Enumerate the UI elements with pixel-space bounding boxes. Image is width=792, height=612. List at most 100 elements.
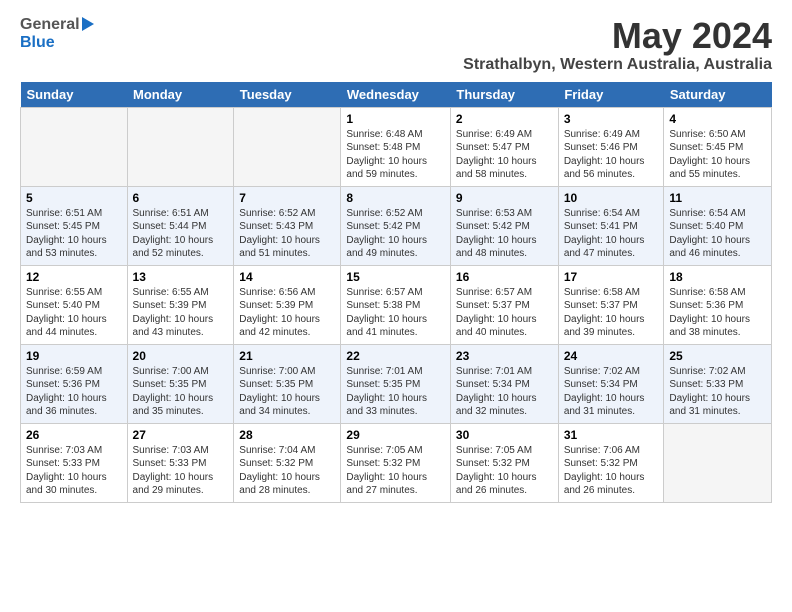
cell-info: Sunrise: 6:58 AM Sunset: 5:36 PM Dayligh… <box>669 286 766 340</box>
calendar-cell: 21Sunrise: 7:00 AM Sunset: 5:35 PM Dayli… <box>234 344 341 423</box>
calendar-cell: 1Sunrise: 6:48 AM Sunset: 5:48 PM Daylig… <box>341 107 451 186</box>
day-number: 8 <box>346 191 445 205</box>
day-number: 17 <box>564 270 659 284</box>
day-number: 4 <box>669 112 766 126</box>
cell-info: Sunrise: 6:52 AM Sunset: 5:42 PM Dayligh… <box>346 207 445 261</box>
cell-info: Sunrise: 6:51 AM Sunset: 5:45 PM Dayligh… <box>26 207 122 261</box>
day-number: 30 <box>456 428 553 442</box>
day-number: 24 <box>564 349 659 363</box>
calendar-cell: 30 Sunrise: 7:05 AM Sunset: 5:32 PM Dayli… <box>450 423 558 502</box>
day-number: 21 <box>239 349 335 363</box>
cell-info: Sunrise: 6:57 AM Sunset: 5:37 PM Dayligh… <box>456 286 553 340</box>
calendar-cell: 22 Sunrise: 7:01 AM Sunset: 5:35 PM Dayli… <box>341 344 451 423</box>
cell-info: Sunrise: 7:04 AM Sunset: 5:32 PM Dayligh… <box>239 444 335 498</box>
logo: General Blue <box>20 16 94 52</box>
calendar-cell: 11 Sunrise: 6:54 AM Sunset: 5:40 PM Dayli… <box>664 186 772 265</box>
calendar-cell: 17 Sunrise: 6:58 AM Sunset: 5:37 PM Dayli… <box>558 265 664 344</box>
cell-info: Sunrise: 6:55 AM Sunset: 5:39 PM Dayligh… <box>133 286 229 340</box>
calendar-cell <box>21 107 128 186</box>
day-number: 26 <box>26 428 122 442</box>
day-number: 27 <box>133 428 229 442</box>
calendar-cell: 9Sunrise: 6:53 AM Sunset: 5:42 PM Daylig… <box>450 186 558 265</box>
day-number: 11 <box>669 191 766 205</box>
day-number: 22 <box>346 349 445 363</box>
cell-info: Sunrise: 7:05 AM Sunset: 5:32 PM Dayligh… <box>346 444 445 498</box>
day-number: 18 <box>669 270 766 284</box>
header: General Blue May 2024 Strathalbyn, Weste… <box>20 16 772 74</box>
cell-info: Sunrise: 7:00 AM Sunset: 5:35 PM Dayligh… <box>133 365 229 419</box>
day-number: 28 <box>239 428 335 442</box>
cell-info: Sunrise: 6:52 AM Sunset: 5:43 PM Dayligh… <box>239 207 335 261</box>
calendar-cell: 10 Sunrise: 6:54 AM Sunset: 5:41 PM Dayli… <box>558 186 664 265</box>
day-number: 25 <box>669 349 766 363</box>
header-row: SundayMondayTuesdayWednesdayThursdayFrid… <box>21 82 772 108</box>
day-number: 15 <box>346 270 445 284</box>
cell-info: Sunrise: 7:03 AM Sunset: 5:33 PM Dayligh… <box>26 444 122 498</box>
day-number: 31 <box>564 428 659 442</box>
day-number: 23 <box>456 349 553 363</box>
calendar-cell: 2Sunrise: 6:49 AM Sunset: 5:47 PM Daylig… <box>450 107 558 186</box>
cell-info: Sunrise: 7:02 AM Sunset: 5:33 PM Dayligh… <box>669 365 766 419</box>
calendar-week-row: 5 Sunrise: 6:51 AM Sunset: 5:45 PM Daylig… <box>21 186 772 265</box>
calendar-cell: 31 Sunrise: 7:06 AM Sunset: 5:32 PM Dayli… <box>558 423 664 502</box>
title-block: May 2024 Strathalbyn, Western Australia,… <box>463 16 772 74</box>
calendar-cell: 12Sunrise: 6:55 AM Sunset: 5:40 PM Dayli… <box>21 265 128 344</box>
calendar-cell: 24 Sunrise: 7:02 AM Sunset: 5:34 PM Dayli… <box>558 344 664 423</box>
cell-info: Sunrise: 6:51 AM Sunset: 5:44 PM Dayligh… <box>133 207 229 261</box>
col-header-monday: Monday <box>127 82 234 108</box>
calendar-cell: 25 Sunrise: 7:02 AM Sunset: 5:33 PM Dayli… <box>664 344 772 423</box>
logo-blue-text: Blue <box>20 34 55 51</box>
calendar-cell: 5 Sunrise: 6:51 AM Sunset: 5:45 PM Daylig… <box>21 186 128 265</box>
day-number: 5 <box>26 191 122 205</box>
cell-info: Sunrise: 7:05 AM Sunset: 5:32 PM Dayligh… <box>456 444 553 498</box>
calendar-cell: 6 Sunrise: 6:51 AM Sunset: 5:44 PM Daylig… <box>127 186 234 265</box>
col-header-wednesday: Wednesday <box>341 82 451 108</box>
day-number: 6 <box>133 191 229 205</box>
col-header-sunday: Sunday <box>21 82 128 108</box>
cell-info: Sunrise: 6:58 AM Sunset: 5:37 PM Dayligh… <box>564 286 659 340</box>
day-number: 16 <box>456 270 553 284</box>
col-header-friday: Friday <box>558 82 664 108</box>
day-number: 1 <box>346 112 445 126</box>
cell-info: Sunrise: 7:01 AM Sunset: 5:35 PM Dayligh… <box>346 365 445 419</box>
cell-info: Sunrise: 6:59 AM Sunset: 5:36 PM Dayligh… <box>26 365 122 419</box>
day-number: 3 <box>564 112 659 126</box>
calendar-cell <box>664 423 772 502</box>
day-number: 20 <box>133 349 229 363</box>
cell-info: Sunrise: 7:06 AM Sunset: 5:32 PM Dayligh… <box>564 444 659 498</box>
calendar-cell: 29 Sunrise: 7:05 AM Sunset: 5:32 PM Dayli… <box>341 423 451 502</box>
col-header-tuesday: Tuesday <box>234 82 341 108</box>
col-header-thursday: Thursday <box>450 82 558 108</box>
calendar-cell: 7Sunrise: 6:52 AM Sunset: 5:43 PM Daylig… <box>234 186 341 265</box>
calendar-cell: 3 Sunrise: 6:49 AM Sunset: 5:46 PM Daylig… <box>558 107 664 186</box>
cell-info: Sunrise: 6:49 AM Sunset: 5:47 PM Dayligh… <box>456 128 553 182</box>
calendar-cell <box>127 107 234 186</box>
cell-info: Sunrise: 6:57 AM Sunset: 5:38 PM Dayligh… <box>346 286 445 340</box>
day-number: 29 <box>346 428 445 442</box>
logo-arrow-icon <box>82 17 94 31</box>
day-number: 10 <box>564 191 659 205</box>
cell-info: Sunrise: 7:01 AM Sunset: 5:34 PM Dayligh… <box>456 365 553 419</box>
calendar-week-row: 19Sunrise: 6:59 AM Sunset: 5:36 PM Dayli… <box>21 344 772 423</box>
calendar-week-row: 1Sunrise: 6:48 AM Sunset: 5:48 PM Daylig… <box>21 107 772 186</box>
calendar-week-row: 12Sunrise: 6:55 AM Sunset: 5:40 PM Dayli… <box>21 265 772 344</box>
cell-info: Sunrise: 6:54 AM Sunset: 5:41 PM Dayligh… <box>564 207 659 261</box>
cell-info: Sunrise: 7:03 AM Sunset: 5:33 PM Dayligh… <box>133 444 229 498</box>
cell-info: Sunrise: 6:56 AM Sunset: 5:39 PM Dayligh… <box>239 286 335 340</box>
calendar-week-row: 26 Sunrise: 7:03 AM Sunset: 5:33 PM Dayli… <box>21 423 772 502</box>
page: General Blue May 2024 Strathalbyn, Weste… <box>0 0 792 519</box>
col-header-saturday: Saturday <box>664 82 772 108</box>
day-number: 14 <box>239 270 335 284</box>
calendar-cell: 20 Sunrise: 7:00 AM Sunset: 5:35 PM Dayli… <box>127 344 234 423</box>
day-number: 13 <box>133 270 229 284</box>
month-title: May 2024 <box>463 16 772 56</box>
day-number: 12 <box>26 270 122 284</box>
cell-info: Sunrise: 6:54 AM Sunset: 5:40 PM Dayligh… <box>669 207 766 261</box>
cell-info: Sunrise: 6:49 AM Sunset: 5:46 PM Dayligh… <box>564 128 659 182</box>
day-number: 9 <box>456 191 553 205</box>
logo-general-text: General <box>20 16 80 34</box>
calendar-cell: 4Sunrise: 6:50 AM Sunset: 5:45 PM Daylig… <box>664 107 772 186</box>
cell-info: Sunrise: 7:02 AM Sunset: 5:34 PM Dayligh… <box>564 365 659 419</box>
calendar-cell: 15 Sunrise: 6:57 AM Sunset: 5:38 PM Dayli… <box>341 265 451 344</box>
calendar-cell: 28 Sunrise: 7:04 AM Sunset: 5:32 PM Dayli… <box>234 423 341 502</box>
